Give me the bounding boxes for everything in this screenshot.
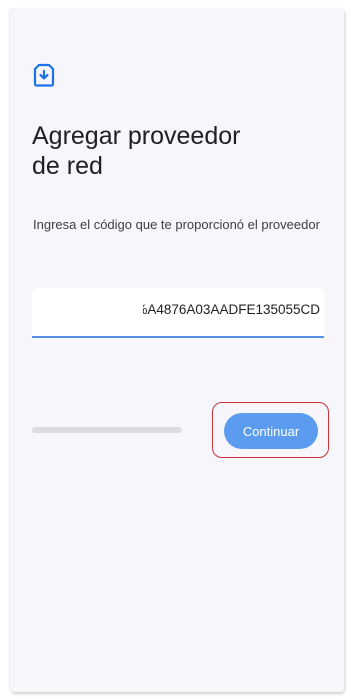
page-title-line-1: Agregar proveedor [32, 122, 241, 150]
activation-code-field[interactable] [32, 288, 324, 338]
page-title-line-2: de red [32, 152, 103, 180]
phone-screen: Agregar proveedor de red Ingresa el códi… [10, 8, 344, 692]
sim-card-download-icon [33, 63, 55, 87]
activation-code-input[interactable] [143, 302, 320, 317]
continue-button[interactable]: Continuar [224, 413, 318, 449]
instruction-text: Ingresa el código que te proporcionó el … [33, 217, 320, 232]
page-title: Agregar proveedor de red [32, 121, 322, 181]
progress-bar [32, 427, 182, 433]
